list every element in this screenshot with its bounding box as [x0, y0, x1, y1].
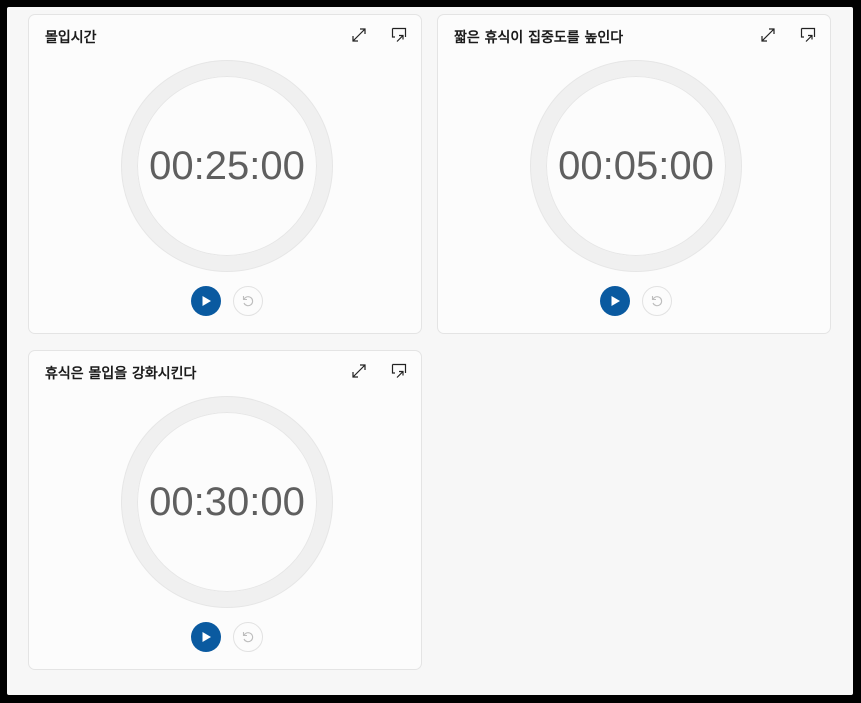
clock-app-window: 몰입시간 00:25:00 짧은 휴식이 집중도를 높인다 00:05:00 휴… [7, 7, 853, 695]
play-icon [202, 632, 211, 642]
timer-display: 00:05:00 [558, 143, 714, 188]
expand-icon [761, 28, 775, 42]
timer-card[interactable]: 몰입시간 00:25:00 [28, 14, 422, 334]
keep-on-top-button[interactable] [387, 359, 411, 383]
pin-icon [391, 363, 407, 378]
reset-button[interactable] [233, 286, 263, 316]
timer-card[interactable]: 짧은 휴식이 집중도를 높인다 00:05:00 [437, 14, 831, 334]
timer-card[interactable]: 휴식은 몰입을 강화시킨다 00:30:00 [28, 350, 422, 670]
expand-icon [352, 364, 366, 378]
reset-icon [242, 296, 254, 307]
expand-button[interactable] [347, 359, 371, 383]
timer-display: 00:30:00 [149, 479, 305, 524]
play-button[interactable] [600, 286, 630, 316]
timer-display: 00:25:00 [149, 143, 305, 188]
reset-icon [651, 296, 663, 307]
pin-icon [800, 27, 816, 42]
keep-on-top-button[interactable] [796, 23, 820, 47]
reset-icon [242, 632, 254, 643]
reset-button[interactable] [233, 622, 263, 652]
play-button[interactable] [191, 286, 221, 316]
timer-title: 몰입시간 [45, 30, 97, 46]
play-icon [611, 296, 620, 306]
keep-on-top-button[interactable] [387, 23, 411, 47]
timer-title: 짧은 휴식이 집중도를 높인다 [454, 30, 624, 46]
expand-button[interactable] [347, 23, 371, 47]
play-button[interactable] [191, 622, 221, 652]
expand-icon [352, 28, 366, 42]
expand-button[interactable] [756, 23, 780, 47]
play-icon [202, 296, 211, 306]
pin-icon [391, 27, 407, 42]
reset-button[interactable] [642, 286, 672, 316]
timer-title: 휴식은 몰입을 강화시킨다 [45, 366, 197, 382]
